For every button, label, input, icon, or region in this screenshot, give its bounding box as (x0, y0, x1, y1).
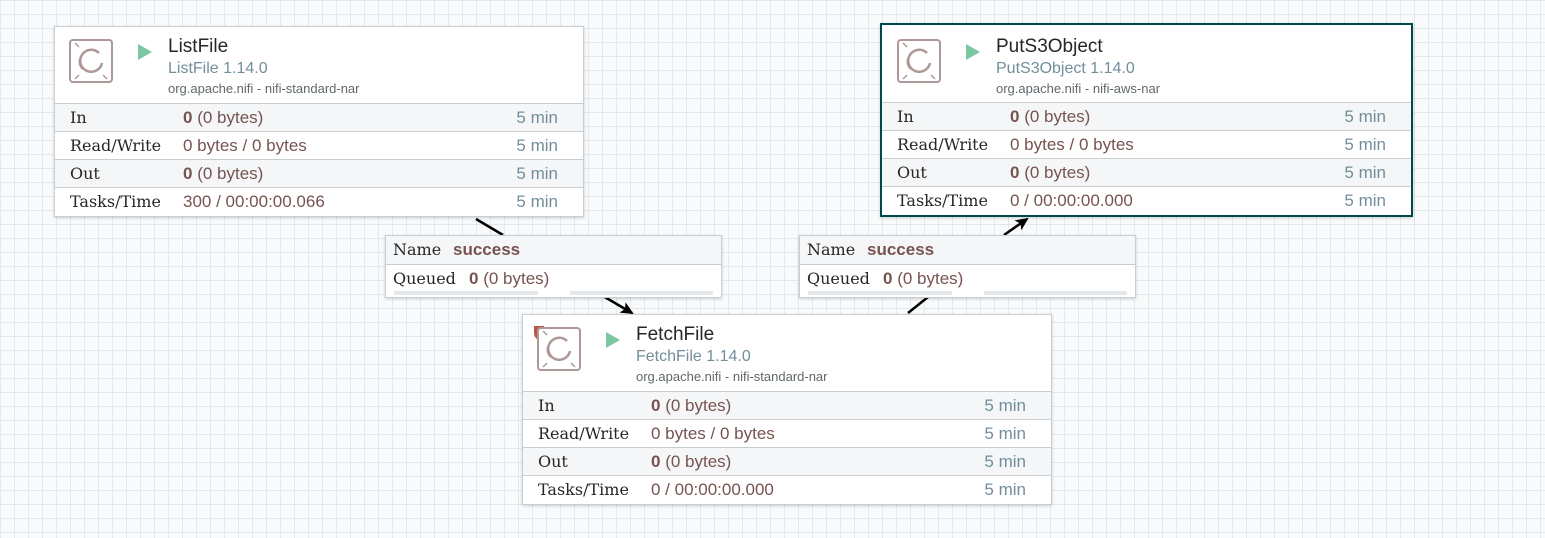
stat-value: 0 bytes / 0 bytes (183, 136, 307, 155)
stat-time: 5 min (516, 108, 558, 127)
stat-time: 5 min (516, 192, 558, 211)
stat-value: 0 (0 bytes) (183, 108, 264, 127)
play-icon[interactable] (965, 43, 981, 61)
stat-value: 0 (0 bytes) (651, 396, 732, 415)
stat-label: Tasks/Time (897, 191, 988, 210)
connection-name: success (867, 240, 935, 259)
stat-time: 5 min (984, 396, 1026, 415)
connection-name-row: Name success (800, 236, 1135, 265)
stat-row-tasks-time: Tasks/Time 0 / 00:00:00.000 5 min (523, 475, 1051, 504)
stat-row-tasks-time: Tasks/Time 300 / 00:00:00.066 5 min (55, 187, 583, 216)
connection-queued-value: 0 (0 bytes) (883, 269, 964, 288)
processor-type: FetchFile 1.14.0 (636, 348, 751, 365)
stat-row-in: In 0 (0 bytes) 5 min (523, 391, 1051, 419)
stat-label: Tasks/Time (70, 192, 161, 211)
connection-queued-label: Queued (807, 269, 870, 288)
stat-label: In (70, 108, 87, 127)
processor-bundle: org.apache.nifi - nifi-standard-nar (168, 81, 360, 96)
backpressure-object-bar (808, 291, 952, 295)
processor-header: PutS3Object PutS3Object 1.14.0 org.apach… (882, 25, 1411, 102)
edge-fetchfile-to-label[interactable] (907, 296, 929, 314)
processor-name: PutS3Object (996, 36, 1103, 57)
stat-value: 0 / 00:00:00.000 (1010, 191, 1133, 210)
stat-time: 5 min (984, 480, 1026, 499)
connection-label-listfile-fetchfile[interactable]: Name success Queued 0 (0 bytes) (385, 235, 722, 298)
stat-value: 0 (0 bytes) (651, 452, 732, 471)
processor-icon (897, 39, 941, 83)
edge-listfile-to-label[interactable] (475, 217, 504, 237)
play-icon[interactable] (605, 331, 621, 349)
edge-label-to-puts3object[interactable] (1003, 217, 1029, 237)
stat-row-out: Out 0 (0 bytes) 5 min (523, 447, 1051, 475)
stat-time: 5 min (984, 424, 1026, 443)
flow-canvas[interactable]: ListFile ListFile 1.14.0 org.apache.nifi… (0, 0, 1545, 538)
stat-time: 5 min (516, 136, 558, 155)
stat-label: Out (70, 164, 100, 183)
backpressure-size-bar (570, 291, 713, 295)
processor-bundle: org.apache.nifi - nifi-aws-nar (996, 81, 1161, 96)
processor-header: ListFile ListFile 1.14.0 org.apache.nifi… (55, 27, 583, 103)
play-icon[interactable] (137, 43, 153, 61)
stat-row-out: Out 0 (0 bytes) 5 min (882, 158, 1411, 186)
stat-row-in: In 0 (0 bytes) 5 min (882, 102, 1411, 130)
stat-label: Tasks/Time (538, 480, 629, 499)
backpressure-size-bar (984, 291, 1127, 295)
stat-label: Read/Write (70, 136, 162, 155)
stat-time: 5 min (1344, 107, 1386, 126)
stat-time: 5 min (1344, 135, 1386, 154)
stat-label: Read/Write (897, 135, 989, 154)
stat-label: Out (897, 163, 927, 182)
connection-name-row: Name success (386, 236, 721, 265)
stat-value: 300 / 00:00:00.066 (183, 192, 325, 211)
connection-queued-row: Queued 0 (0 bytes) (800, 265, 1135, 295)
backpressure-object-bar (394, 291, 538, 295)
processor-type: ListFile 1.14.0 (168, 60, 268, 77)
stat-value: 0 / 00:00:00.000 (651, 480, 774, 499)
stat-row-read-write: Read/Write 0 bytes / 0 bytes 5 min (523, 419, 1051, 447)
stat-value: 0 (0 bytes) (1010, 107, 1091, 126)
stat-time: 5 min (1344, 191, 1386, 210)
stat-row-tasks-time: Tasks/Time 0 / 00:00:00.000 5 min (882, 186, 1411, 215)
stat-time: 5 min (1344, 163, 1386, 182)
processor-type: PutS3Object 1.14.0 (996, 60, 1135, 77)
connection-label-fetchfile-puts3object[interactable]: Name success Queued 0 (0 bytes) (799, 235, 1136, 298)
stat-value: 0 (0 bytes) (183, 164, 264, 183)
processor-fetchfile[interactable]: FetchFile FetchFile 1.14.0 org.apache.ni… (522, 314, 1052, 505)
stat-row-read-write: Read/Write 0 bytes / 0 bytes 5 min (882, 130, 1411, 158)
stat-label: Read/Write (538, 424, 630, 443)
connection-name-label: Name (393, 240, 442, 259)
processor-bundle: org.apache.nifi - nifi-standard-nar (636, 369, 828, 384)
stat-row-read-write: Read/Write 0 bytes / 0 bytes 5 min (55, 131, 583, 159)
processor-listfile[interactable]: ListFile ListFile 1.14.0 org.apache.nifi… (54, 26, 584, 217)
stat-row-out: Out 0 (0 bytes) 5 min (55, 159, 583, 187)
stat-time: 5 min (984, 452, 1026, 471)
processor-icon (537, 327, 581, 371)
edge-label-to-fetchfile[interactable] (602, 294, 634, 315)
stat-value: 0 bytes / 0 bytes (1010, 135, 1134, 154)
connection-queued-value: 0 (0 bytes) (469, 269, 550, 288)
connection-name: success (453, 240, 521, 259)
stat-row-in: In 0 (0 bytes) 5 min (55, 103, 583, 131)
stat-value: 0 bytes / 0 bytes (651, 424, 775, 443)
stat-label: Out (538, 452, 568, 471)
connection-name-label: Name (807, 240, 856, 259)
processor-name: FetchFile (636, 324, 715, 345)
processor-puts3object[interactable]: PutS3Object PutS3Object 1.14.0 org.apach… (880, 23, 1413, 217)
processor-header: FetchFile FetchFile 1.14.0 org.apache.ni… (523, 315, 1051, 391)
processor-name: ListFile (168, 36, 229, 57)
processor-icon (69, 39, 113, 83)
connection-queued-label: Queued (393, 269, 456, 288)
stat-label: In (538, 396, 555, 415)
stat-time: 5 min (516, 164, 558, 183)
stat-value: 0 (0 bytes) (1010, 163, 1091, 182)
connection-queued-row: Queued 0 (0 bytes) (386, 265, 721, 295)
stat-label: In (897, 107, 914, 126)
